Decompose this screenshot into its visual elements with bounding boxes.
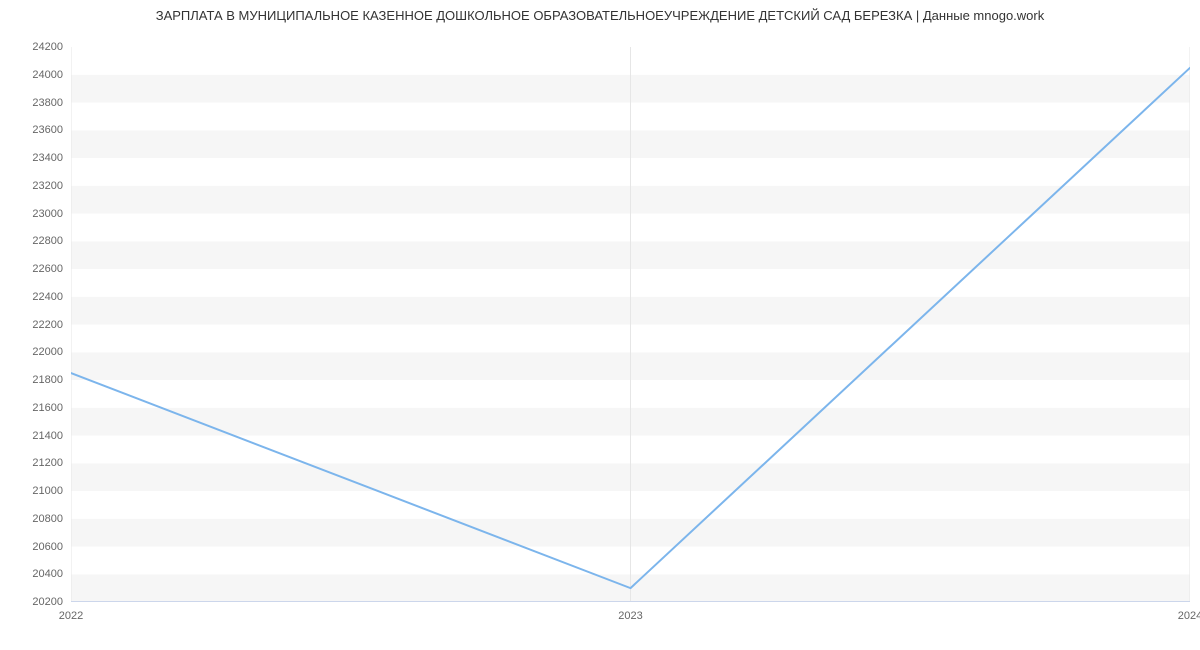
plot-area: 2020020400206002080021000212002140021600…	[71, 47, 1190, 602]
y-tick-label: 23600	[32, 124, 63, 136]
y-tick-label: 24200	[32, 41, 63, 53]
y-tick-label: 21800	[32, 374, 63, 386]
x-tick-label: 2022	[59, 610, 83, 622]
y-tick-label: 23400	[32, 152, 63, 164]
y-tick-label: 20800	[32, 513, 63, 525]
y-tick-label: 21000	[32, 485, 63, 497]
y-tick-label: 23000	[32, 208, 63, 220]
x-tick-label: 2023	[618, 610, 642, 622]
y-tick-label: 22400	[32, 291, 63, 303]
chart-title: ЗАРПЛАТА В МУНИЦИПАЛЬНОЕ КАЗЕННОЕ ДОШКОЛ…	[0, 8, 1200, 23]
y-tick-label: 21600	[32, 402, 63, 414]
chart-svg	[71, 47, 1190, 602]
y-tick-label: 20400	[32, 568, 63, 580]
y-tick-label: 22600	[32, 263, 63, 275]
y-tick-label: 23200	[32, 180, 63, 192]
y-tick-label: 20200	[32, 596, 63, 608]
y-tick-label: 21200	[32, 457, 63, 469]
y-tick-label: 22800	[32, 235, 63, 247]
y-tick-label: 20600	[32, 541, 63, 553]
chart-container: ЗАРПЛАТА В МУНИЦИПАЛЬНОЕ КАЗЕННОЕ ДОШКОЛ…	[0, 0, 1200, 650]
y-tick-label: 22200	[32, 319, 63, 331]
y-tick-label: 23800	[32, 97, 63, 109]
y-tick-label: 21400	[32, 430, 63, 442]
y-tick-label: 22000	[32, 346, 63, 358]
y-tick-label: 24000	[32, 69, 63, 81]
x-tick-label: 2024	[1178, 610, 1200, 622]
